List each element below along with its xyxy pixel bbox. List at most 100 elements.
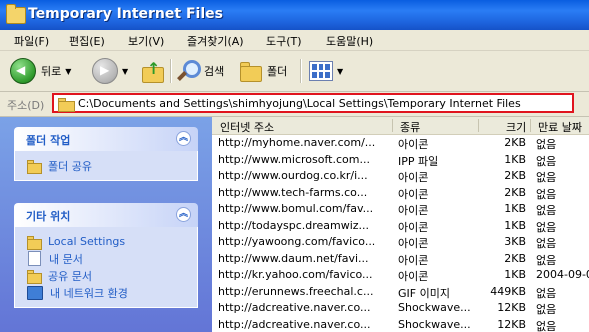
task-label[interactable]: 폴더 공유	[48, 158, 92, 174]
forward-button[interactable]: ▼	[92, 57, 128, 85]
explorer-window: Temporary Internet Files 파일(F) 편집(E) 보기(…	[0, 0, 589, 332]
cell-type: 아이콘	[398, 253, 429, 267]
table-row[interactable]: http://myhome.naver.com/... 아이콘 2KB 없음	[212, 135, 589, 151]
share-folder-icon	[27, 159, 42, 174]
search-label: 검색	[204, 65, 225, 78]
cell-size: 1KB	[504, 152, 526, 166]
cell-type: 아이콘	[398, 138, 429, 151]
table-row[interactable]: http://todayspc.dreamwiz... 아이콘 1KB 없음	[212, 218, 589, 234]
cell-size: 1KB	[504, 218, 526, 232]
place-label[interactable]: 내 문서	[49, 251, 83, 267]
cell-address: http://www.bomul.com/fav...	[218, 202, 374, 215]
task-pane: 폴더 작업 ︽ 폴더 공유 기타 위치 ︽ Local Settings 내 문…	[0, 117, 212, 332]
cell-address: http://myhome.naver.com/...	[218, 136, 376, 149]
menu-file[interactable]: 파일(F)	[14, 33, 49, 49]
cell-size: 12KB	[497, 301, 526, 314]
other-places-header[interactable]: 기타 위치 ︽	[14, 203, 198, 227]
cell-address: http://yawoong.com/favico...	[218, 235, 376, 248]
views-button[interactable]: ▼	[309, 57, 343, 85]
cell-address: http://todayspc.dreamwiz...	[218, 218, 370, 232]
menu-favorites[interactable]: 즐겨찾기(A)	[187, 33, 244, 49]
cell-address: http://kr.yahoo.com/favico...	[218, 268, 373, 281]
toolbar-separator	[300, 59, 302, 83]
collapse-icon[interactable]: ︽	[176, 207, 191, 222]
table-row[interactable]: http://www.ourdog.co.kr/i... 아이콘 2KB 없음	[212, 168, 589, 184]
task-share-folder[interactable]: 폴더 공유	[15, 157, 197, 174]
cell-expires: 없음	[536, 319, 557, 332]
table-row[interactable]: http://yawoong.com/favico... 아이콘 3KB 없음	[212, 234, 589, 250]
network-icon	[27, 285, 43, 300]
folder-tasks-header[interactable]: 폴더 작업 ︽	[14, 127, 198, 151]
folder-icon	[6, 4, 26, 24]
place-local-settings[interactable]: Local Settings	[15, 233, 197, 250]
folder-icon	[27, 269, 42, 284]
table-row[interactable]: http://erunnews.freechal.c... GIF 이미지 449K…	[212, 284, 589, 300]
cell-type: Shockwave...	[398, 317, 471, 331]
cell-type: IPP 파일	[398, 154, 439, 168]
column-header-type[interactable]: 종류	[400, 119, 420, 135]
cell-size: 2KB	[504, 169, 526, 182]
place-my-network[interactable]: 내 네트워크 환경	[15, 284, 197, 301]
place-label[interactable]: Local Settings	[48, 235, 125, 248]
table-row[interactable]: http://adcreative.naver.co... Shockwave..…	[212, 317, 589, 332]
cell-address: http://www.microsoft.com...	[218, 152, 370, 166]
cell-type: GIF 이미지	[398, 286, 450, 300]
table-row[interactable]: http://www.bomul.com/fav... 아이콘 1KB 없음	[212, 201, 589, 217]
table-row[interactable]: http://adcreative.naver.co... Shockwave..…	[212, 300, 589, 316]
cell-expires: 없음	[536, 204, 557, 217]
cell-size: 1KB	[504, 202, 526, 215]
chevron-down-icon[interactable]: ▼	[337, 67, 343, 76]
search-icon	[177, 60, 201, 82]
menu-view[interactable]: 보기(V)	[128, 33, 164, 49]
folder-icon	[27, 235, 42, 250]
cell-type: 아이콘	[398, 171, 429, 184]
toolbar-separator	[170, 59, 172, 83]
folder-icon	[240, 62, 262, 82]
cell-type: 아이콘	[398, 187, 429, 201]
place-label[interactable]: 공유 문서	[48, 268, 92, 284]
folders-button[interactable]: 폴더	[240, 57, 287, 85]
cell-address: http://www.daum.net/favi...	[218, 251, 369, 265]
table-row[interactable]: http://www.tech-farms.co... 아이콘 2KB 없음	[212, 185, 589, 201]
cell-expires: 없음	[536, 303, 557, 316]
address-path[interactable]: C:\Documents and Settings\shimhyojung\Lo…	[78, 97, 521, 110]
cell-expires: 없음	[536, 286, 557, 300]
place-my-documents[interactable]: 내 문서	[15, 250, 197, 267]
place-label[interactable]: 내 네트워크 환경	[50, 285, 128, 301]
place-shared-documents[interactable]: 공유 문서	[15, 267, 197, 284]
chevron-down-icon[interactable]: ▼	[122, 67, 128, 76]
cell-size: 12KB	[497, 317, 526, 331]
panel-body: Local Settings 내 문서 공유 문서 내 네트워크 환경	[14, 227, 198, 308]
cell-size: 3KB	[504, 235, 526, 248]
up-folder-button[interactable]: ↑	[142, 57, 164, 85]
column-header-address[interactable]: 인터넷 주소	[220, 119, 274, 135]
table-row[interactable]: http://www.microsoft.com... IPP 파일 1KB 없음	[212, 152, 589, 168]
cell-expires: 없음	[536, 237, 557, 250]
column-header-size[interactable]: 크기	[506, 119, 526, 135]
collapse-icon[interactable]: ︽	[176, 131, 191, 146]
table-row[interactable]: http://www.daum.net/favi... 아이콘 2KB 없음	[212, 251, 589, 267]
column-header-expires[interactable]: 만료 날짜	[538, 119, 582, 135]
cell-size: 2KB	[504, 136, 526, 149]
menu-bar: 파일(F) 편집(E) 보기(V) 즐겨찾기(A) 도구(T) 도움말(H)	[0, 30, 589, 51]
folder-up-icon: ↑	[142, 59, 164, 83]
chevron-down-icon[interactable]: ▼	[65, 67, 71, 76]
address-label: 주소(D)	[7, 99, 45, 112]
cell-expires: 없음	[536, 187, 557, 201]
search-button[interactable]: 검색	[177, 57, 224, 85]
back-button[interactable]: 뒤로 ▼	[10, 57, 71, 85]
folders-label: 폴더	[267, 65, 288, 78]
menu-tools[interactable]: 도구(T)	[266, 33, 302, 49]
back-arrow-icon	[10, 58, 36, 84]
title-bar[interactable]: Temporary Internet Files	[0, 0, 589, 30]
cell-size: 1KB	[504, 268, 526, 281]
file-list: 인터넷 주소 종류 크기 만료 날짜 http://myhome.naver.c…	[212, 117, 589, 332]
panel-body: 폴더 공유	[14, 151, 198, 181]
menu-edit[interactable]: 편집(E)	[69, 33, 105, 49]
table-row[interactable]: http://kr.yahoo.com/favico... 아이콘 1KB 2004-…	[212, 267, 589, 283]
menu-help[interactable]: 도움말(H)	[326, 33, 373, 49]
cell-address: http://adcreative.naver.co...	[218, 301, 371, 314]
address-field[interactable]: C:\Documents and Settings\shimhyojung\Lo…	[52, 93, 574, 113]
cell-address: http://erunnews.freechal.c...	[218, 284, 374, 298]
cell-address: http://www.tech-farms.co...	[218, 185, 368, 199]
